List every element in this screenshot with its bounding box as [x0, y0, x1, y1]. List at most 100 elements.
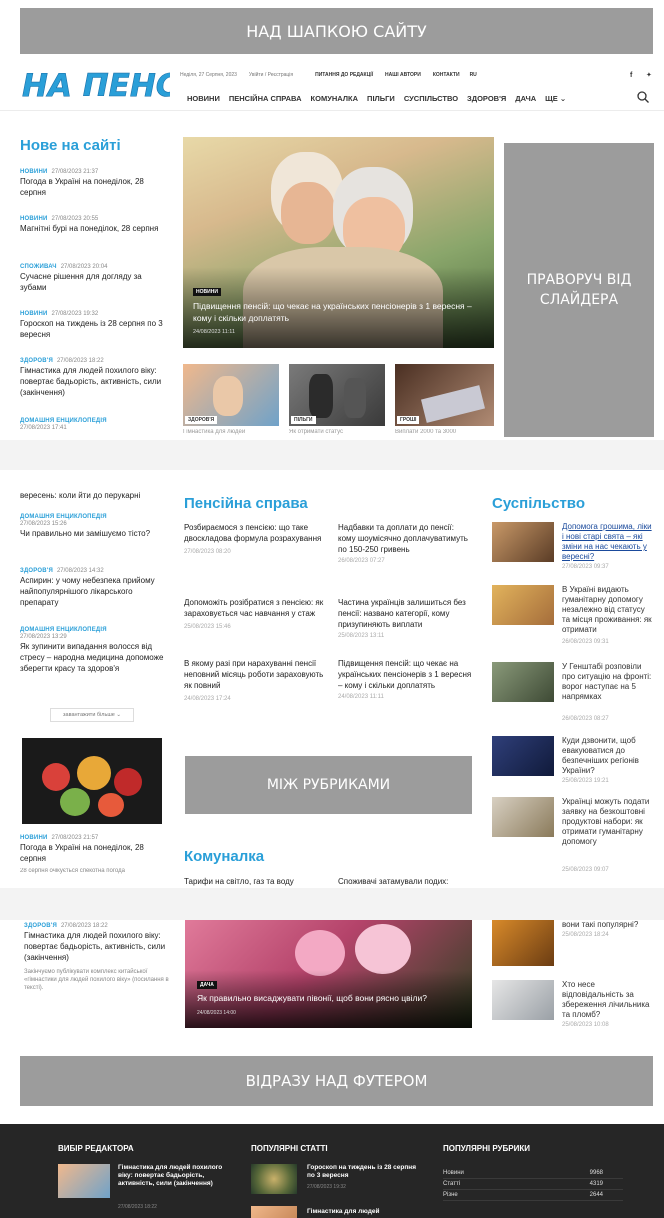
ad-above-footer[interactable]: ВІДРАЗУ НАД ФУТЕРОМ: [20, 1056, 653, 1106]
latest-title-text[interactable]: Погода в Україні на понеділок, 28 серпня: [20, 176, 170, 198]
society-item[interactable]: вони такі популярні? 25/08/2023 18:24: [492, 920, 654, 968]
komunalka-section-title[interactable]: Комуналка: [184, 848, 264, 866]
footer-popular-title[interactable]: Гімнастика для людей: [307, 1208, 417, 1216]
pension-item[interactable]: В якому разі при нарахуванні пенсії непо…: [184, 658, 329, 702]
society-item-title[interactable]: В Україні видають гуманітарну допомогу н…: [562, 585, 652, 635]
pension-item[interactable]: Надбавки та доплати до пенсії: кому шоум…: [338, 522, 473, 564]
thumb-cat-badge[interactable]: ПІЛЬГИ: [291, 416, 316, 424]
section3-title[interactable]: Гімнастика для людей похилого віку: пове…: [24, 930, 174, 963]
left-item-cat[interactable]: ЗДОРОВ'Я: [20, 568, 53, 574]
twitter-icon[interactable]: ✦: [646, 71, 652, 79]
latest-item[interactable]: ДОМАШНЯ ЕНЦИКЛОПЕДІЯ 27/08/2023 17:41: [20, 418, 170, 432]
slider-thumb[interactable]: ПІЛЬГИ: [289, 364, 385, 426]
search-icon[interactable]: [636, 90, 650, 104]
left-item-cat[interactable]: ДОМАШНЯ ЕНЦИКЛОПЕДІЯ: [20, 627, 170, 634]
pension-item[interactable]: Допоможіть розібратися з пенсією: як зар…: [184, 597, 329, 630]
society-item[interactable]: У Генштабі розповіли про ситуацію на фро…: [492, 662, 654, 722]
latest-cat[interactable]: НОВИНИ: [20, 311, 48, 317]
society-item[interactable]: Допомога грошима, ліки і нові старі свят…: [492, 522, 654, 572]
left-item[interactable]: ДОМАШНЯ ЕНЦИКЛОПЕДІЯ 27/08/2023 13:29 Як…: [20, 627, 170, 674]
rubric-row[interactable]: Різне 2644: [443, 1190, 623, 1201]
left-item-title[interactable]: Чи правильно ми замішуємо тісто?: [20, 528, 170, 539]
pension-item-title[interactable]: Підвищення пенсій: що чекає на українськ…: [338, 658, 473, 691]
society-thumb[interactable]: [492, 980, 554, 1020]
komunalka-item-title[interactable]: Тарифи на світло, газ та воду: [184, 876, 329, 887]
dacha-cat-badge[interactable]: ДАЧА: [197, 981, 217, 989]
left-item-title[interactable]: Як зупинити випадання волосся від стресу…: [20, 641, 170, 674]
left-item[interactable]: ДОМАШНЯ ЕНЦИКЛОПЕДІЯ 27/08/2023 15:26 Чи…: [20, 514, 170, 539]
society-thumb[interactable]: [492, 736, 554, 776]
footer-editor-thumb[interactable]: [58, 1164, 110, 1198]
latest-title-text[interactable]: Сучасне рішення для догляду за зубами: [20, 271, 170, 293]
top-link-editorial[interactable]: ПИТАННЯ ДО РЕДАКЦІЇ: [315, 72, 373, 78]
pension-item-title[interactable]: Частина українців залишиться без пенсії:…: [338, 597, 473, 630]
nav-health[interactable]: ЗДОРОВ'Я: [467, 94, 506, 103]
society-thumb[interactable]: [492, 522, 554, 562]
left-item-cat[interactable]: ДОМАШНЯ ЕНЦИКЛОПЕДІЯ: [20, 514, 170, 521]
hero-slider[interactable]: НОВИНИ Підвищення пенсій: що чекає на ук…: [183, 137, 494, 348]
footer-popular-title[interactable]: Гороскоп на тиждень із 28 серпня по 3 ве…: [307, 1164, 417, 1180]
featured-item[interactable]: НОВИНИ 27/08/2023 21:57 Погода в Україні …: [20, 834, 170, 874]
thumb-cat-badge[interactable]: ЗДОРОВ'Я: [185, 416, 218, 424]
komunalka-item-title[interactable]: Споживачі затамували подих:: [338, 876, 473, 887]
pension-item-title[interactable]: Розбираємося з пенсією: що таке двосклад…: [184, 522, 329, 544]
left-item-title[interactable]: Аспирин: у чому небезпека прийому найпоп…: [20, 575, 170, 608]
footer-popular-thumb[interactable]: [251, 1206, 297, 1218]
latest-title-text[interactable]: Магнітні бурі на понеділок, 28 серпня: [20, 223, 170, 234]
society-item-title[interactable]: Допомога грошима, ліки і нові старі свят…: [562, 522, 652, 562]
nav-dacha[interactable]: ДАЧА: [515, 94, 536, 103]
section3-left-item[interactable]: ЗДОРОВ'Я 27/08/2023 18:22 Гімнастика для …: [24, 922, 174, 992]
nav-society[interactable]: СУСПІЛЬСТВО: [404, 94, 458, 103]
nav-pension[interactable]: ПЕНСІЙНА СПРАВА: [229, 94, 302, 103]
society-section-title[interactable]: Суспільство: [492, 495, 585, 513]
top-link-authors[interactable]: НАШІ АВТОРИ: [385, 72, 421, 78]
society-item-title[interactable]: вони такі популярні?: [562, 920, 652, 930]
latest-item[interactable]: НОВИНИ 27/08/2023 21:37 Погода в Україні …: [20, 168, 170, 198]
login-link[interactable]: Увійти / Реєстрація: [249, 72, 293, 78]
society-item[interactable]: Куди дзвонити, щоб евакуюватися до безпе…: [492, 736, 654, 786]
top-link-contacts[interactable]: КОНТАКТИ: [433, 72, 460, 78]
pension-item[interactable]: Розбираємося з пенсією: що таке двосклад…: [184, 522, 329, 555]
latest-cat[interactable]: НОВИНИ: [20, 169, 48, 175]
hero-title[interactable]: Підвищення пенсій: що чекає на українськ…: [193, 300, 483, 324]
pension-item[interactable]: Частина українців залишиться без пенсії:…: [338, 597, 473, 639]
latest-item[interactable]: ЗДОРОВ'Я 27/08/2023 18:22 Гімнастика для …: [20, 357, 170, 398]
load-more-button[interactable]: завантажити більше ⌄: [50, 708, 134, 722]
pension-item-title[interactable]: Надбавки та доплати до пенсії: кому шоум…: [338, 522, 473, 555]
pension-item[interactable]: Підвищення пенсій: що чекає на українськ…: [338, 658, 473, 700]
society-thumb[interactable]: [492, 797, 554, 837]
society-item-title[interactable]: У Генштабі розповіли про ситуацію на фро…: [562, 662, 652, 702]
section3-cat[interactable]: ЗДОРОВ'Я: [24, 923, 57, 929]
footer-popular-thumb[interactable]: [251, 1164, 297, 1194]
latest-item[interactable]: НОВИНИ 27/08/2023 20:55 Магнітні бурі на …: [20, 215, 170, 234]
ad-between-rubrics[interactable]: МІЖ РУБРИКАМИ: [185, 756, 472, 814]
dacha-title[interactable]: Як правильно висаджувати півонії, щоб во…: [197, 993, 467, 1004]
top-link-lang[interactable]: RU: [470, 72, 477, 78]
society-thumb[interactable]: [492, 662, 554, 702]
rubric-row[interactable]: Статті 4319: [443, 1179, 623, 1190]
society-thumb[interactable]: [492, 585, 554, 625]
latest-item[interactable]: СПОЖИВАЧ 27/08/2023 20:04 Сучасне рішення…: [20, 263, 170, 293]
dacha-feature[interactable]: ДАЧА Як правильно висаджувати півонії, щ…: [185, 920, 472, 1028]
featured-image[interactable]: [22, 738, 162, 824]
society-item-title[interactable]: Хто несе відповідальність за збереження …: [562, 980, 652, 1020]
thumb-cat-badge[interactable]: ГРОШІ: [397, 416, 420, 424]
thumb-title[interactable]: Гімнастика для людей: [183, 429, 289, 437]
site-logo[interactable]: НА ПЕНСІЇ: [20, 62, 206, 105]
thumb-title[interactable]: Виплати 2000 та 3000: [395, 429, 456, 437]
featured-cat[interactable]: НОВИНИ: [20, 835, 48, 841]
pension-item-title[interactable]: В якому разі при нарахуванні пенсії непо…: [184, 658, 329, 691]
left-item[interactable]: ЗДОРОВ'Я 27/08/2023 14:32 Аспирин: у чому…: [20, 567, 170, 608]
slider-thumb[interactable]: ГРОШІ: [395, 364, 494, 426]
nav-benefits[interactable]: ПІЛЬГИ: [367, 94, 395, 103]
society-item-title[interactable]: Українці можуть подати заявку на безкошт…: [562, 797, 652, 847]
latest-cat[interactable]: НОВИНИ: [20, 216, 48, 222]
hero-cat-badge[interactable]: НОВИНИ: [193, 288, 221, 296]
ad-right-slider[interactable]: ПРАВОРУЧ ВІД СЛАЙДЕРА: [504, 143, 654, 437]
society-item[interactable]: Хто несе відповідальність за збереження …: [492, 980, 654, 1040]
slider-thumb[interactable]: ЗДОРОВ'Я: [183, 364, 279, 426]
society-item[interactable]: В Україні видають гуманітарну допомогу н…: [492, 585, 654, 650]
facebook-icon[interactable]: f: [630, 72, 632, 79]
latest-title-text[interactable]: Гімнастика для людей похилого віку: пове…: [20, 365, 170, 398]
pension-item-title[interactable]: Допоможіть розібратися з пенсією: як зар…: [184, 597, 329, 619]
